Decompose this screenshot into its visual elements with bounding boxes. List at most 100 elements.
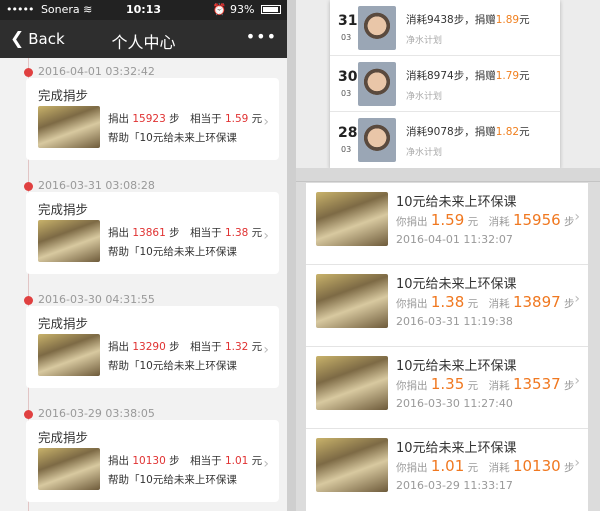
help-text: 帮助「10元给未来上环保课 bbox=[108, 474, 237, 486]
project-thumbnail bbox=[38, 220, 100, 262]
battery-percent: 93% bbox=[230, 3, 255, 16]
chevron-right-icon: › bbox=[263, 342, 269, 358]
amount-value: 1.59 bbox=[224, 113, 249, 125]
help-text: 帮助「10元给未来上环保课 bbox=[108, 246, 237, 258]
donation-line: 捐出 15923 步 相当于 1.59 元 bbox=[108, 113, 263, 125]
donation-records-list: 10元给未来上环保课 你捐出 1.59 元 消耗 15956 步 2016-04… bbox=[306, 183, 588, 511]
more-button[interactable]: ••• bbox=[246, 27, 277, 46]
donation-line: 捐出 13861 步 相当于 1.38 元 bbox=[108, 227, 263, 239]
timeline-entry: 2016-04-01 03:32:42 完成捐步 捐出 15923 步 相当于 … bbox=[0, 58, 287, 168]
chevron-right-icon: › bbox=[574, 291, 580, 307]
steps-value: 13290 bbox=[132, 341, 166, 353]
popup-text: 消耗8974步，捐赠1.79元 bbox=[406, 70, 530, 82]
record-row[interactable]: 10元给未来上环保课 你捐出 1.01 元 消耗 10130 步 2016-03… bbox=[306, 429, 588, 511]
panel-divider bbox=[287, 0, 296, 511]
record-amounts: 你捐出 1.59 元 消耗 15956 步 bbox=[396, 211, 575, 229]
project-thumbnail bbox=[38, 448, 100, 490]
donation-popup: 31 03 消耗9438步，捐赠1.89元 净水计划 30 03 消耗8974步… bbox=[330, 0, 560, 168]
toolbar-strip bbox=[296, 168, 600, 182]
popup-row[interactable]: 31 03 消耗9438步，捐赠1.89元 净水计划 bbox=[330, 0, 560, 56]
record-title: 10元给未来上环保课 bbox=[396, 359, 517, 374]
chevron-right-icon: › bbox=[263, 456, 269, 472]
record-row[interactable]: 10元给未来上环保课 你捐出 1.35 元 消耗 13537 步 2016-03… bbox=[306, 347, 588, 429]
right-top-panel: 31 03 消耗9438步，捐赠1.89元 净水计划 30 03 消耗8974步… bbox=[296, 0, 600, 168]
popup-day: 28 bbox=[338, 125, 358, 141]
project-thumbnail bbox=[316, 356, 388, 410]
record-amount: 1.38 bbox=[430, 293, 465, 311]
donation-card[interactable]: 完成捐步 捐出 13290 步 相当于 1.32 元 帮助「10元给未来上环保课… bbox=[26, 306, 279, 388]
popup-project: 净水计划 bbox=[406, 148, 443, 158]
entry-date: 2016-03-30 04:31:55 bbox=[38, 293, 155, 306]
timeline-entry: 2016-03-31 03:08:28 完成捐步 捐出 13861 步 相当于 … bbox=[0, 172, 287, 282]
record-amounts: 你捐出 1.01 元 消耗 10130 步 bbox=[396, 457, 575, 475]
project-thumbnail bbox=[38, 334, 100, 376]
chevron-right-icon: › bbox=[574, 209, 580, 225]
page-title: 个人中心 bbox=[111, 33, 176, 52]
record-title: 10元给未来上环保课 bbox=[396, 441, 517, 456]
popup-amount: 1.89 bbox=[495, 14, 520, 26]
project-thumbnail bbox=[38, 106, 100, 148]
popup-amount: 1.79 bbox=[495, 70, 520, 82]
project-thumbnail bbox=[316, 438, 388, 492]
record-amount: 1.01 bbox=[430, 457, 465, 475]
status-bar: ••••• Sonera ≋ 10:13 ⏰ 93% bbox=[0, 0, 287, 20]
left-phone-screen: ••••• Sonera ≋ 10:13 ⏰ 93% ❮ Back 个人中心 ••… bbox=[0, 0, 287, 511]
timeline-dot bbox=[24, 296, 33, 305]
chevron-right-icon: › bbox=[263, 228, 269, 244]
entry-date: 2016-03-29 03:38:05 bbox=[38, 407, 155, 420]
record-datetime: 2016-04-01 11:32:07 bbox=[396, 233, 513, 246]
record-steps: 13537 bbox=[512, 375, 561, 393]
timeline-dot bbox=[24, 182, 33, 191]
popup-month: 03 bbox=[341, 89, 352, 98]
popup-amount: 1.82 bbox=[495, 126, 520, 138]
nav-bar: ❮ Back 个人中心 ••• bbox=[0, 20, 287, 58]
timeline-entry: 2016-03-30 04:31:55 完成捐步 捐出 13290 步 相当于 … bbox=[0, 286, 287, 396]
card-title: 完成捐步 bbox=[38, 430, 89, 445]
record-datetime: 2016-03-30 11:27:40 bbox=[396, 397, 513, 410]
steps-value: 10130 bbox=[132, 455, 166, 467]
card-title: 完成捐步 bbox=[38, 88, 89, 103]
popup-project: 净水计划 bbox=[406, 36, 443, 46]
project-thumbnail bbox=[316, 274, 388, 328]
child-photo bbox=[358, 118, 396, 162]
popup-text: 消耗9438步，捐赠1.89元 bbox=[406, 14, 530, 26]
card-title: 完成捐步 bbox=[38, 202, 89, 217]
amount-value: 1.01 bbox=[224, 455, 249, 467]
donation-card[interactable]: 完成捐步 捐出 10130 步 相当于 1.01 元 帮助「10元给未来上环保课… bbox=[26, 420, 279, 502]
steps-value: 13861 bbox=[132, 227, 166, 239]
record-row[interactable]: 10元给未来上环保课 你捐出 1.38 元 消耗 13897 步 2016-03… bbox=[306, 265, 588, 347]
record-amount: 1.35 bbox=[430, 375, 465, 393]
card-title: 完成捐步 bbox=[38, 316, 89, 331]
entry-date: 2016-04-01 03:32:42 bbox=[38, 65, 155, 78]
popup-month: 03 bbox=[341, 33, 352, 42]
record-steps: 13897 bbox=[512, 293, 561, 311]
popup-row[interactable]: 28 03 消耗9078步，捐赠1.82元 净水计划 bbox=[330, 112, 560, 168]
timeline-dot bbox=[24, 68, 33, 77]
donation-card[interactable]: 完成捐步 捐出 13861 步 相当于 1.38 元 帮助「10元给未来上环保课… bbox=[26, 192, 279, 274]
chevron-right-icon: › bbox=[574, 455, 580, 471]
amount-value: 1.38 bbox=[224, 227, 249, 239]
record-amounts: 你捐出 1.38 元 消耗 13897 步 bbox=[396, 293, 575, 311]
amount-value: 1.32 bbox=[224, 341, 249, 353]
timeline-entry: 2016-03-29 03:38:05 完成捐步 捐出 10130 步 相当于 … bbox=[0, 400, 287, 510]
popup-row[interactable]: 30 03 消耗8974步，捐赠1.79元 净水计划 bbox=[330, 56, 560, 112]
chevron-right-icon: › bbox=[263, 114, 269, 130]
child-photo bbox=[358, 6, 396, 50]
popup-day: 30 bbox=[338, 69, 358, 85]
record-steps: 15956 bbox=[512, 211, 561, 229]
child-photo bbox=[358, 62, 396, 106]
record-amounts: 你捐出 1.35 元 消耗 13537 步 bbox=[396, 375, 575, 393]
record-amount: 1.59 bbox=[430, 211, 465, 229]
project-thumbnail bbox=[316, 192, 388, 246]
battery-icon bbox=[261, 5, 281, 14]
alarm-icon: ⏰ bbox=[212, 3, 231, 16]
entry-date: 2016-03-31 03:08:28 bbox=[38, 179, 155, 192]
record-title: 10元给未来上环保课 bbox=[396, 277, 517, 292]
help-text: 帮助「10元给未来上环保课 bbox=[108, 132, 237, 144]
record-row[interactable]: 10元给未来上环保课 你捐出 1.59 元 消耗 15956 步 2016-04… bbox=[306, 183, 588, 265]
popup-day: 31 bbox=[338, 13, 358, 29]
record-datetime: 2016-03-31 11:19:38 bbox=[396, 315, 513, 328]
donation-line: 捐出 13290 步 相当于 1.32 元 bbox=[108, 341, 263, 353]
donation-card[interactable]: 完成捐步 捐出 15923 步 相当于 1.59 元 帮助「10元给未来上环保课… bbox=[26, 78, 279, 160]
popup-month: 03 bbox=[341, 145, 352, 154]
